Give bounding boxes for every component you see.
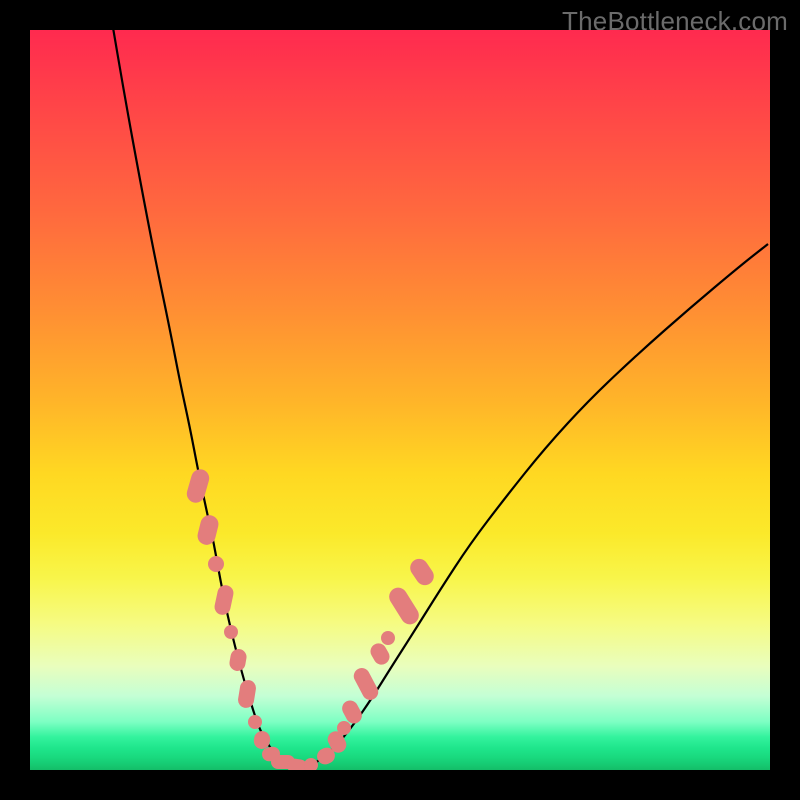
bead xyxy=(386,584,422,627)
bead xyxy=(248,715,262,729)
bead xyxy=(381,631,395,645)
bead xyxy=(237,679,257,709)
bead xyxy=(224,625,238,639)
bead xyxy=(228,648,248,672)
chart-frame xyxy=(30,30,770,770)
bead-cluster xyxy=(30,30,770,770)
bead xyxy=(196,513,221,546)
bead xyxy=(213,584,235,617)
bead xyxy=(185,467,212,505)
bead xyxy=(407,555,438,588)
bead xyxy=(337,721,351,735)
bead xyxy=(304,758,318,770)
bead xyxy=(351,665,381,703)
bead xyxy=(208,556,224,572)
